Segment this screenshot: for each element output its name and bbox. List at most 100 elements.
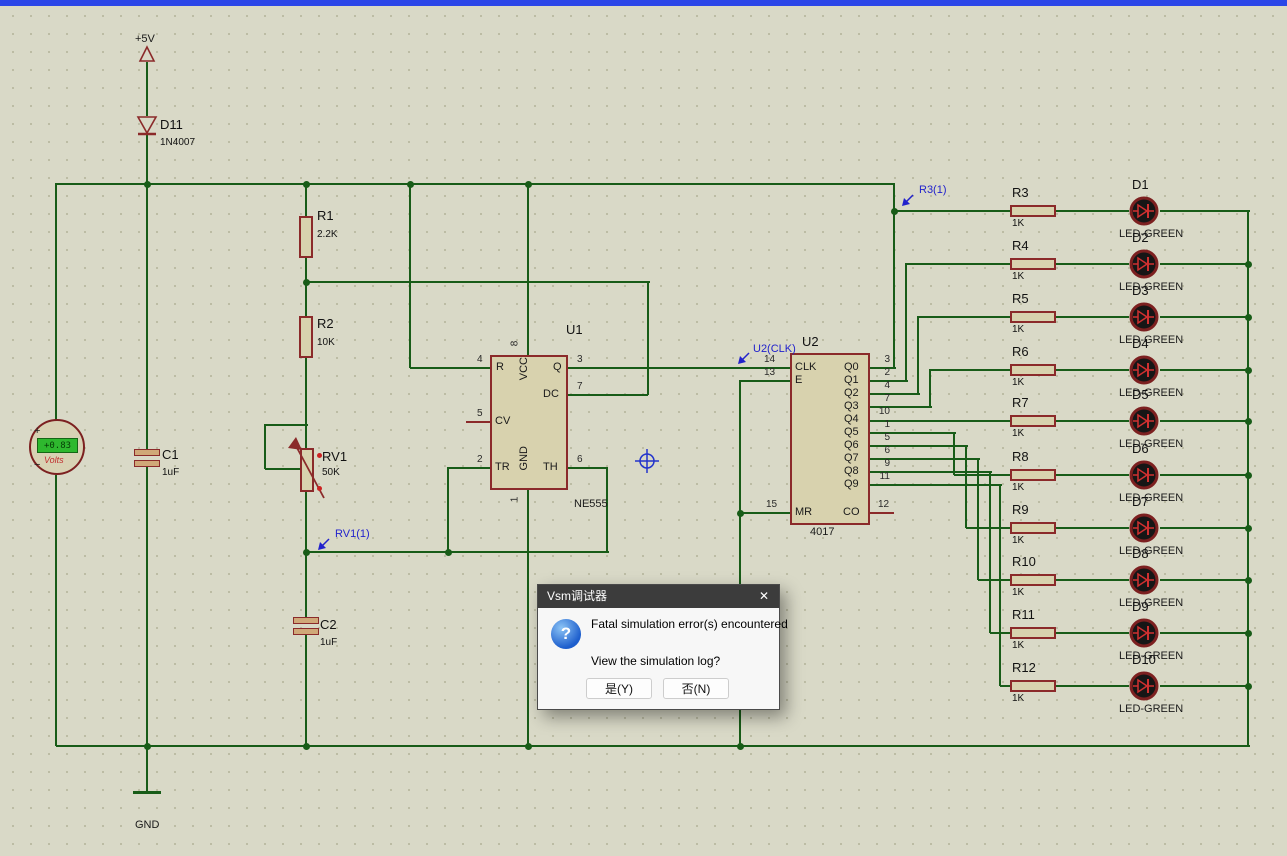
wire (1160, 263, 1250, 265)
led[interactable] (1128, 670, 1160, 702)
led[interactable] (1128, 354, 1160, 386)
pin-name: Q8 (844, 465, 859, 477)
wire (146, 467, 148, 746)
pin-name: Q0 (844, 361, 859, 373)
resistor[interactable] (1010, 415, 1056, 427)
capacitor-c2[interactable] (293, 628, 319, 635)
wire (989, 471, 991, 633)
pin-number: 4 (874, 380, 890, 391)
resistor-value: 2.2K (317, 229, 338, 240)
resistor[interactable] (1010, 680, 1056, 692)
close-icon[interactable]: ✕ (749, 585, 779, 608)
resistor-value: 1K (1012, 324, 1024, 335)
resistor[interactable] (1010, 574, 1056, 586)
pin-number: 11 (874, 471, 890, 482)
schematic-canvas[interactable]: +5V GND D11 1N4007 + − +0.83 Volts R1 2.… (0, 0, 1287, 856)
junction-dot (445, 549, 452, 556)
dialog-titlebar[interactable]: Vsm调试器 (538, 585, 779, 608)
junction-dot (144, 743, 151, 750)
pin-name: Q1 (844, 374, 859, 386)
resistor[interactable] (1010, 364, 1056, 376)
resistor-r1[interactable] (299, 216, 313, 258)
pin-number: 2 (477, 454, 483, 465)
junction-dot (1245, 472, 1252, 479)
wire (906, 263, 1010, 265)
led[interactable] (1128, 405, 1160, 437)
wire (527, 183, 529, 355)
pin-name: Q (553, 361, 562, 373)
junction-dot (1245, 314, 1252, 321)
pin-name: Q3 (844, 400, 859, 412)
junction-dot (1245, 525, 1252, 532)
wire (740, 512, 790, 514)
no-button[interactable]: 否(N) (663, 678, 729, 699)
resistor-ref: R1 (317, 208, 334, 223)
wire (56, 745, 1250, 747)
resistor-ref: R2 (317, 316, 334, 331)
resistor-r2[interactable] (299, 316, 313, 358)
vcc-terminal-icon[interactable] (138, 45, 156, 68)
wire (1055, 474, 1129, 476)
resistor[interactable] (1010, 205, 1056, 217)
wire (1055, 263, 1129, 265)
resistor[interactable] (1010, 469, 1056, 481)
resistor[interactable] (1010, 522, 1056, 534)
led-ref: D3 (1132, 283, 1149, 298)
wire (647, 281, 649, 395)
capacitor-c1[interactable] (134, 449, 160, 456)
capacitor-c2[interactable] (293, 617, 319, 624)
meter-unit-label: Volts (44, 455, 64, 465)
diode-value: 1N4007 (160, 137, 195, 148)
resistor-value: 1K (1012, 535, 1024, 546)
pin-number: 7 (874, 393, 890, 404)
wire (917, 316, 919, 394)
junction-dot (1245, 367, 1252, 374)
resistor[interactable] (1010, 627, 1056, 639)
pin-name: CLK (795, 361, 816, 373)
junction-dot (303, 181, 310, 188)
led[interactable] (1128, 459, 1160, 491)
resistor[interactable] (1010, 311, 1056, 323)
ground-terminal-icon[interactable] (133, 791, 161, 794)
capacitor-c1[interactable] (134, 460, 160, 467)
resistor-value: 1K (1012, 377, 1024, 388)
led[interactable] (1128, 248, 1160, 280)
wire (870, 420, 1010, 422)
led[interactable] (1128, 617, 1160, 649)
led[interactable] (1128, 564, 1160, 596)
pin-name: Q5 (844, 426, 859, 438)
meter-plus-sign: + (34, 425, 40, 437)
led[interactable] (1128, 512, 1160, 544)
led-part: LED-GREEN (1119, 545, 1183, 557)
pin-name: GND (518, 446, 530, 470)
yes-button[interactable]: 是(Y) (586, 678, 652, 699)
led-part: LED-GREEN (1119, 597, 1183, 609)
led-part: LED-GREEN (1119, 703, 1183, 715)
wire (56, 183, 895, 185)
pin-stub (870, 512, 894, 514)
diode-d11[interactable] (136, 114, 158, 143)
junction-dot (1245, 683, 1252, 690)
wire (305, 258, 307, 316)
led[interactable] (1128, 301, 1160, 333)
wire (265, 424, 308, 426)
wire (448, 467, 490, 469)
resistor[interactable] (1010, 258, 1056, 270)
wire (264, 424, 266, 469)
pot-value: 50K (322, 467, 340, 478)
wire (999, 484, 1001, 686)
diode-ref: D11 (160, 117, 183, 132)
resistor-ref: R3 (1012, 185, 1029, 200)
pin-name: E (795, 374, 802, 386)
led-part: LED-GREEN (1119, 438, 1183, 450)
meter-display: +0.83 (37, 438, 78, 453)
wire (410, 367, 490, 369)
led-ref: D1 (1132, 177, 1149, 192)
pin-number: 5 (874, 432, 890, 443)
led[interactable] (1128, 195, 1160, 227)
junction-dot (1245, 418, 1252, 425)
pin-number: 4 (477, 354, 483, 365)
vsm-debugger-dialog: Vsm调试器 ✕ ? Fatal simulation error(s) enc… (537, 584, 780, 710)
u1-ref: U1 (566, 322, 583, 337)
voltmeter[interactable]: + − +0.83 Volts (29, 419, 85, 475)
